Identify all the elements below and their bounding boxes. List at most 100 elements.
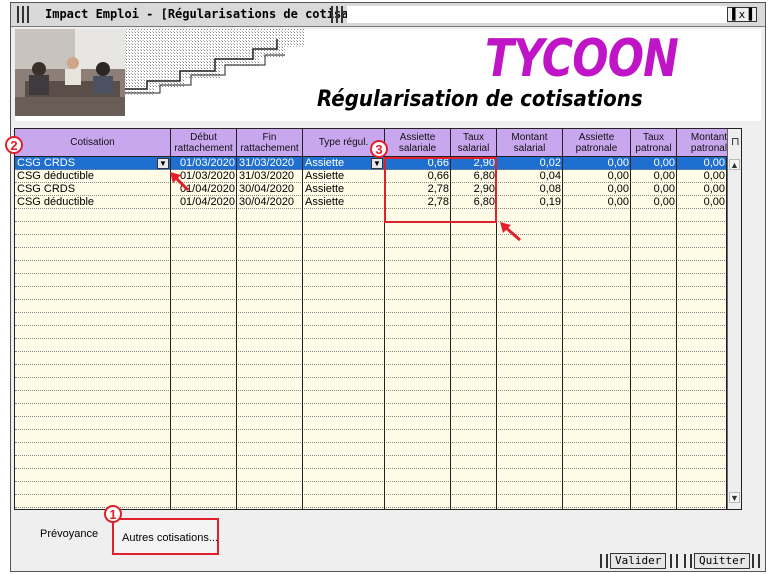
column-header-assiette-salariale[interactable]: Assiette salariale <box>385 129 451 157</box>
vertical-scrollbar[interactable]: ⊓ ▲ ▼ <box>727 129 741 509</box>
title-bar[interactable]: Impact Emploi - [Régularisations de coti… <box>11 3 765 27</box>
tab-autres-cotisations[interactable]: Autres cotisations... <box>112 518 219 555</box>
table-cell[interactable]: 01/04/2020 <box>171 196 237 209</box>
table-row[interactable] <box>15 261 727 274</box>
table-cell[interactable]: 31/03/2020 <box>237 157 303 170</box>
table-row[interactable] <box>15 482 727 495</box>
grip-icon <box>600 554 608 568</box>
table-cell[interactable]: 0,00 <box>563 196 631 209</box>
banner: TYCOON Régularisation de cotisations <box>15 29 761 121</box>
table-row[interactable] <box>15 235 727 248</box>
column-settings-icon[interactable]: ⊓ <box>731 135 740 148</box>
table-cell[interactable]: 0,00 <box>563 157 631 170</box>
meeting-photo <box>15 29 125 116</box>
table-row[interactable]: CSG déductible 01/03/2020 31/03/2020 Assiet… <box>15 170 727 183</box>
table-cell[interactable]: 30/04/2020 <box>237 196 303 209</box>
scroll-down-button[interactable]: ▼ <box>729 492 740 503</box>
table-cell[interactable]: 0,00 <box>677 170 727 183</box>
table-cell[interactable]: 0,04 <box>497 170 563 183</box>
table-row[interactable] <box>15 469 727 482</box>
column-header-taux-salarial[interactable]: Taux salarial <box>451 129 497 157</box>
table-cell[interactable]: 0,00 <box>563 170 631 183</box>
table-row[interactable] <box>15 378 727 391</box>
tab-autres-label: Autres cotisations... <box>122 532 218 544</box>
table-row[interactable] <box>15 365 727 378</box>
table-cell[interactable]: Assiette <box>303 170 385 183</box>
table-cell[interactable]: CSG déductible <box>15 170 171 183</box>
table-cell[interactable]: 01/03/2020 <box>171 157 237 170</box>
column-divider <box>562 157 563 509</box>
page-subtitle: Régularisation de cotisations <box>317 87 643 112</box>
chevron-down-icon[interactable]: ▼ <box>371 158 383 169</box>
grid-body: CSG CRDS 01/03/2020 31/03/2020 Assiette 0,66… <box>15 157 727 509</box>
table-row[interactable] <box>15 456 727 469</box>
table-row[interactable] <box>15 209 727 222</box>
annotation-badge-2: 2 <box>5 136 23 154</box>
table-cell[interactable]: Assiette <box>303 157 371 170</box>
table-row[interactable] <box>15 404 727 417</box>
table-row[interactable] <box>15 274 727 287</box>
column-header-fin[interactable]: Fin rattachement <box>237 129 303 157</box>
table-row[interactable] <box>15 443 727 456</box>
table-cell[interactable]: 0,08 <box>497 183 563 196</box>
column-divider <box>170 157 171 509</box>
table-cell[interactable]: 0,19 <box>497 196 563 209</box>
table-row[interactable] <box>15 339 727 352</box>
table-row[interactable] <box>15 326 727 339</box>
grip-icon <box>670 554 678 568</box>
table-cell[interactable]: 0,02 <box>497 157 563 170</box>
table-cell[interactable]: 30/04/2020 <box>237 183 303 196</box>
table-row[interactable]: CSG CRDS 01/04/2020 30/04/2020 Assiette 2,78… <box>15 183 727 196</box>
table-row[interactable] <box>15 222 727 235</box>
table-cell[interactable]: 0,00 <box>677 183 727 196</box>
table-row[interactable] <box>15 495 727 508</box>
table-cell[interactable]: Assiette <box>303 183 385 196</box>
table-cell[interactable]: 0,00 <box>677 157 727 170</box>
column-header-assiette-patronale[interactable]: Assiette patronale <box>563 129 631 157</box>
annotation-badge-1: 1 <box>104 505 122 523</box>
arrow-icon <box>500 222 521 242</box>
column-header-montant-salarial[interactable]: Montant salarial <box>497 129 563 157</box>
table-row[interactable]: CSG CRDS 01/03/2020 31/03/2020 Assiette 0,66… <box>15 157 727 170</box>
arrow-icon <box>170 172 190 192</box>
table-cell[interactable]: 0,00 <box>631 196 677 209</box>
table-cell[interactable]: 0,00 <box>631 157 677 170</box>
table-cell[interactable]: Assiette <box>303 196 385 209</box>
scroll-up-button[interactable]: ▲ <box>729 159 740 170</box>
table-row[interactable] <box>15 391 727 404</box>
table-row[interactable] <box>15 287 727 300</box>
table-cell[interactable]: CSG déductible <box>15 196 171 209</box>
table-cell[interactable]: 0,00 <box>631 170 677 183</box>
close-button[interactable]: ▌x▐ <box>727 7 757 22</box>
grip-icon <box>684 554 692 568</box>
table-row[interactable] <box>15 300 727 313</box>
table-row[interactable] <box>15 352 727 365</box>
title-bar-fill <box>347 6 727 23</box>
quitter-button[interactable]: Quitter <box>694 553 751 569</box>
table-row[interactable]: CSG déductible 01/04/2020 30/04/2020 Assiet… <box>15 196 727 209</box>
column-divider <box>630 157 631 509</box>
chevron-down-icon[interactable]: ▼ <box>157 158 169 169</box>
table-cell[interactable]: 0,00 <box>563 183 631 196</box>
table-cell[interactable]: CSG CRDS <box>15 183 171 196</box>
grip-icon <box>17 6 29 23</box>
valider-button[interactable]: Valider <box>610 553 667 569</box>
table-row[interactable] <box>15 248 727 261</box>
table-cell[interactable]: 31/03/2020 <box>237 170 303 183</box>
column-header-taux-patronal[interactable]: Taux patronal <box>631 129 677 157</box>
column-divider <box>676 157 677 509</box>
table-cell[interactable]: CSG CRDS <box>15 157 157 170</box>
table-row[interactable] <box>15 430 727 443</box>
brand-logo-text: TYCOON <box>485 29 679 89</box>
tab-prevoyance[interactable]: Prévoyance <box>40 528 98 540</box>
column-divider <box>302 157 303 509</box>
column-header-cotisation[interactable]: Cotisation <box>15 129 171 157</box>
grip-icon <box>331 6 343 23</box>
table-row[interactable] <box>15 417 727 430</box>
column-header-debut[interactable]: Début rattachement <box>171 129 237 157</box>
table-cell[interactable]: 0,00 <box>677 196 727 209</box>
table-row[interactable] <box>15 313 727 326</box>
highlight-box-taux <box>384 157 497 223</box>
table-cell[interactable]: 0,00 <box>631 183 677 196</box>
grip-icon <box>752 554 760 568</box>
